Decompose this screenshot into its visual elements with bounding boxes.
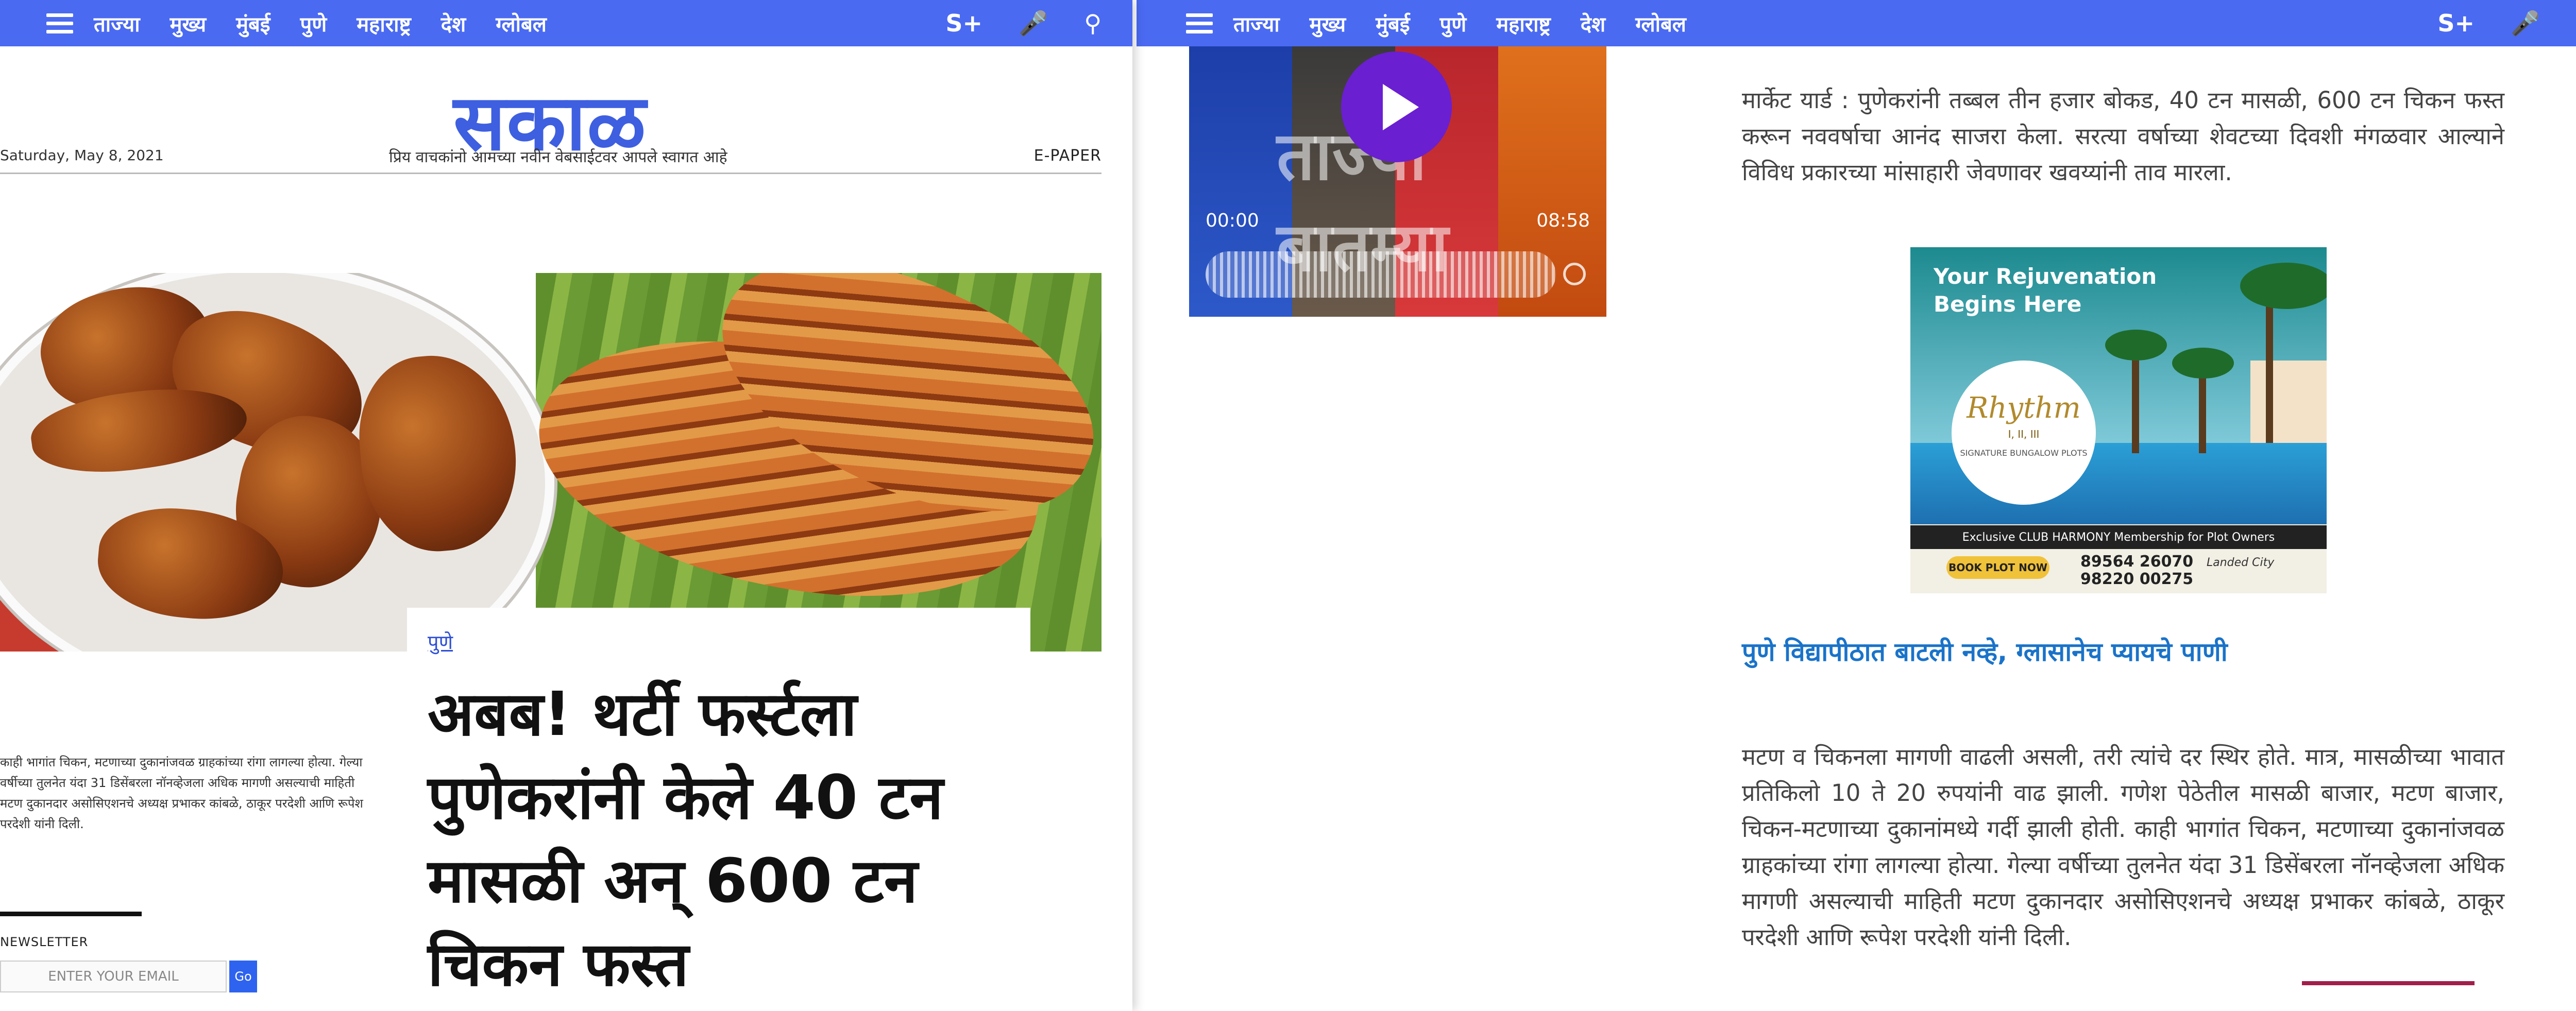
mic-icon[interactable]: 🎤 xyxy=(2511,9,2540,38)
nav-item-desh[interactable]: देश xyxy=(441,9,466,38)
date-line: Saturday, May 8, 2021 xyxy=(0,147,164,164)
nav-item-global[interactable]: ग्लोबल xyxy=(1635,9,1686,38)
nav-item-maharashtra[interactable]: महाराष्ट्र xyxy=(1496,9,1551,38)
ad-membership-strip: Exclusive CLUB HARMONY Membership for Pl… xyxy=(1910,525,2327,549)
newsletter-go-button[interactable]: Go xyxy=(229,961,257,992)
article-category-link[interactable]: पुणे xyxy=(428,628,453,655)
hamburger-menu-icon[interactable] xyxy=(1186,10,1213,37)
hamburger-menu-icon[interactable] xyxy=(46,10,73,37)
newsletter-divider xyxy=(0,912,142,916)
audio-waveform-seekbar[interactable] xyxy=(1206,251,1556,298)
nav-item-mumbai[interactable]: मुंबई xyxy=(236,9,270,38)
site-tagline: प्रिय वाचकांनो आमच्या नवीन वेबसाईटवर आपल… xyxy=(389,148,727,166)
nav-item-mumbai[interactable]: मुंबई xyxy=(1376,9,1410,38)
masthead-divider xyxy=(0,173,1101,174)
video-player[interactable]: ताज्या बातम्या 00:00 08:58 xyxy=(1189,46,1606,317)
top-navbar-right: ताज्या मुख्य मुंबई पुणे महाराष्ट्र देश ग… xyxy=(1137,0,2576,46)
video-duration: 08:58 xyxy=(1536,210,1590,231)
article-headline[interactable]: अबब! थर्टी फर्स्टला पुणेकरांनी केले 40 ट… xyxy=(428,672,1005,1006)
splus-icon[interactable]: S+ xyxy=(2437,9,2475,37)
hero-image xyxy=(0,273,1101,652)
newsletter-email-input[interactable]: ENTER YOUR EMAIL xyxy=(0,961,227,992)
play-button[interactable] xyxy=(1341,52,1452,162)
nav-item-mukhya[interactable]: मुख्य xyxy=(170,9,207,38)
nav-item-tajya[interactable]: ताज्या xyxy=(1233,9,1280,38)
nav-item-tajya[interactable]: ताज्या xyxy=(94,9,140,38)
nav-item-pune[interactable]: पुणे xyxy=(1440,9,1467,38)
nav-item-global[interactable]: ग्लोबल xyxy=(496,9,547,38)
epaper-link[interactable]: E-PAPER xyxy=(1034,147,1101,165)
splus-icon[interactable]: S+ xyxy=(945,9,982,37)
ad-phone-numbers: 89564 26070 98220 00275 xyxy=(2080,553,2194,588)
search-icon[interactable]: ⚲ xyxy=(1084,9,1101,37)
mic-icon[interactable]: 🎤 xyxy=(1019,9,1048,38)
nav-item-maharashtra[interactable]: महाराष्ट्र xyxy=(357,9,411,38)
top-navbar: ताज्या मुख्य मुंबई पुणे महाराष्ट्र देश ग… xyxy=(0,0,1132,46)
left-pane: ताज्या मुख्य मुंबई पुणे महाराष्ट्र देश ग… xyxy=(0,0,1132,1011)
player-options-icon[interactable] xyxy=(1563,263,1586,285)
ad-banner[interactable]: Your Rejuvenation Begins Here Rhythm I, … xyxy=(1910,247,2327,593)
article-paragraph-1: मार्केट यार्ड : पुणेकरांनी तब्बल तीन हजा… xyxy=(1742,87,2504,186)
right-pane: ताज्या मुख्य मुंबई पुणे महाराष्ट्र देश ग… xyxy=(1137,0,2576,1011)
nav-item-pune[interactable]: पुणे xyxy=(300,9,327,38)
nav-item-mukhya[interactable]: मुख्य xyxy=(1310,9,1346,38)
newsletter-label: NEWSLETTER xyxy=(0,935,89,949)
ad-book-plot-button[interactable]: BOOK PLOT NOW xyxy=(1946,556,2049,579)
video-current-time: 00:00 xyxy=(1206,210,1259,231)
ad-developer-logo: Landed City xyxy=(2207,556,2275,569)
text-highlight-underline xyxy=(2302,981,2475,985)
ad-headline: Your Rejuvenation Begins Here xyxy=(1934,264,2157,317)
article-excerpt: काही भागांत चिकन, मटणाच्या दुकानांजवळ ग्… xyxy=(0,755,363,831)
ad-logo-badge: Rhythm I, II, III SIGNATURE BUNGALOW PLO… xyxy=(1952,361,2096,505)
nav-item-desh[interactable]: देश xyxy=(1581,9,1605,38)
related-article-link[interactable]: पुणे विद्यापीठात बाटली नव्हे, ग्लासानेच … xyxy=(1742,633,2228,669)
article-paragraph-2: मटण व चिकनला मागणी वाढली असली, तरी त्यां… xyxy=(1742,743,2505,951)
